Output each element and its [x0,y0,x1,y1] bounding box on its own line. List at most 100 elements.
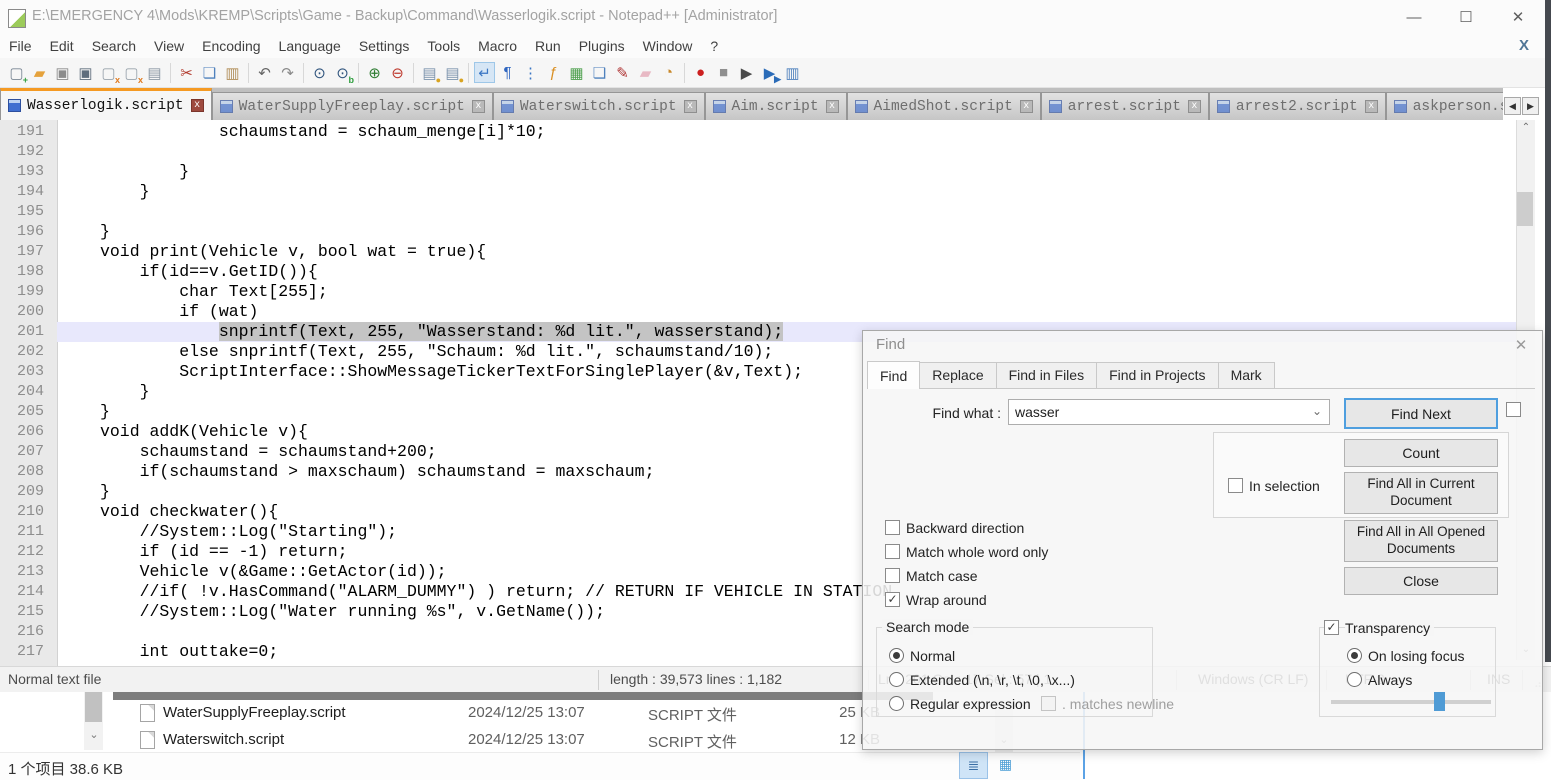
minimize-button[interactable]: — [1392,0,1436,35]
find-what-combobox[interactable]: wasser ⌄ [1008,399,1330,425]
tab-waterswitch-script[interactable]: Waterswitch.scriptx [493,92,705,120]
match-case-checkbox[interactable] [885,568,900,583]
monitoring-icon[interactable]: ◔ [658,62,679,83]
find-all-current-button[interactable]: Find All in Current Document [1344,472,1498,514]
dialog-tab-replace[interactable]: Replace [919,362,996,388]
save-icon[interactable]: ▣ [52,62,73,83]
code-line-195[interactable] [57,202,1516,222]
document-list-icon[interactable]: ❏ [589,62,610,83]
macro-save-icon[interactable]: ▥ [782,62,803,83]
thumbnails-view-icon[interactable]: ▦ [991,752,1020,779]
transparency-checkbox[interactable] [1324,620,1339,635]
close-dialog-button[interactable]: Close [1344,567,1498,595]
dialog-tab-find[interactable]: Find [867,361,920,389]
word-wrap-icon[interactable]: ↵ [474,62,495,83]
tab-close-icon[interactable]: x [826,100,839,113]
code-line-196[interactable]: } [57,222,1516,242]
tab-aimedshot-script[interactable]: AimedShot.scriptx [847,92,1041,120]
macro-run-multiple-icon[interactable]: ▶▶ [759,62,780,83]
redo-icon[interactable]: ↷ [277,62,298,83]
code-line-193[interactable]: } [57,162,1516,182]
tab-aim-script[interactable]: Aim.scriptx [705,92,847,120]
code-line-192[interactable] [57,142,1516,162]
menu-item-view[interactable]: View [145,35,193,57]
tab-close-icon[interactable]: x [684,100,697,113]
cut-icon[interactable]: ✂ [176,62,197,83]
menu-item-encoding[interactable]: Encoding [193,35,269,57]
code-line-194[interactable]: } [57,182,1516,202]
menu-item-settings[interactable]: Settings [350,35,419,57]
indent-guide-icon[interactable]: ⋮ [520,62,541,83]
menu-item-file[interactable]: File [0,35,41,57]
copy-icon[interactable]: ❏ [199,62,220,83]
menu-item-edit[interactable]: Edit [41,35,83,57]
find-all-opened-button[interactable]: Find All in All Opened Documents [1344,520,1498,562]
count-button[interactable]: Count [1344,439,1498,467]
maximize-button[interactable]: ☐ [1444,0,1488,35]
on-losing-focus-radio[interactable] [1347,648,1362,663]
code-line-198[interactable]: if(id==v.GetID()){ [57,262,1516,282]
transparency-slider-thumb[interactable] [1434,692,1445,711]
dialog-tab-mark[interactable]: Mark [1218,362,1275,388]
tab-close-icon[interactable]: x [1188,100,1201,113]
macro-stop-icon[interactable]: ■ [713,62,734,83]
print-icon[interactable]: ▤ [144,62,165,83]
extended-radio[interactable] [889,672,904,687]
tab-close-icon[interactable]: x [472,100,485,113]
new-file-icon[interactable]: ▢+ [6,62,27,83]
tab-arrest-script[interactable]: arrest.scriptx [1041,92,1209,120]
code-line-197[interactable]: void print(Vehicle v, bool wat = true){ [57,242,1516,262]
chevron-down-icon[interactable]: ⌄ [1312,404,1322,418]
folder-as-workspace-icon[interactable]: ▰ [635,62,656,83]
menu-item-search[interactable]: Search [83,35,145,57]
paste-icon[interactable]: ▥ [222,62,243,83]
scroll-up-icon[interactable]: ⌃ [1517,120,1535,136]
code-line-200[interactable]: if (wat) [57,302,1516,322]
sync-vertical-icon[interactable]: ▤● [419,62,440,83]
close-doc-icon[interactable]: ▢x [98,62,119,83]
replace-icon[interactable]: ⊙b [332,62,353,83]
menu-item-run[interactable]: Run [526,35,570,57]
zoom-out-icon[interactable]: ⊖ [387,62,408,83]
menu-item-window[interactable]: Window [634,35,702,57]
backward-direction-checkbox[interactable] [885,520,900,535]
undo-icon[interactable]: ↶ [254,62,275,83]
regular-expression-radio[interactable] [889,696,904,711]
tab-scroll-left-icon[interactable]: ◀ [1504,97,1521,115]
menu-item-help[interactable]: ? [701,35,727,57]
tab-arrest2-script[interactable]: arrest2.scriptx [1209,92,1386,120]
close-all-icon[interactable]: ▢x [121,62,142,83]
transparency-slider[interactable] [1331,700,1491,704]
tab-close-icon[interactable]: x [191,99,204,112]
tab-close-icon[interactable]: x [1365,100,1378,113]
unlabeled-checkbox[interactable] [1506,402,1521,417]
function-list-icon[interactable]: ƒ [543,62,564,83]
dialog-tab-find-in-projects[interactable]: Find in Projects [1096,362,1218,388]
wrap-around-checkbox[interactable] [885,592,900,607]
editor-scrollbar-thumb[interactable] [1517,192,1533,226]
close-button[interactable]: ✕ [1496,0,1540,35]
find-next-button[interactable]: Find Next [1344,398,1498,429]
normal-radio[interactable] [889,648,904,663]
menu-item-macro[interactable]: Macro [469,35,526,57]
menu-item-language[interactable]: Language [270,35,350,57]
show-all-characters-icon[interactable]: ¶ [497,62,518,83]
menu-item-plugins[interactable]: Plugins [570,35,634,57]
find-icon[interactable]: ⊙ [309,62,330,83]
tab-scroll-right-icon[interactable]: ▶ [1522,97,1539,115]
details-view-icon[interactable]: ≣ [959,752,988,779]
zoom-in-icon[interactable]: ⊕ [364,62,385,83]
tab-wasserlogik-script[interactable]: Wasserlogik.scriptx [0,88,212,120]
save-as-icon[interactable]: ▣ [75,62,96,83]
sync-horizontal-icon[interactable]: ▤● [442,62,463,83]
in-selection-checkbox[interactable] [1228,478,1243,493]
tab-close-icon[interactable]: x [1020,100,1033,113]
match-whole-word-checkbox[interactable] [885,544,900,559]
macro-play-icon[interactable]: ▶ [736,62,757,83]
macro-record-icon[interactable]: ● [690,62,711,83]
code-line-199[interactable]: char Text[255]; [57,282,1516,302]
always-radio[interactable] [1347,672,1362,687]
tab-askperson-script[interactable]: askperson.scriptx [1386,92,1503,120]
open-folder-icon[interactable]: ▰ [29,62,50,83]
tab-watersupplyfreeplay-script[interactable]: WaterSupplyFreeplay.scriptx [212,92,493,120]
